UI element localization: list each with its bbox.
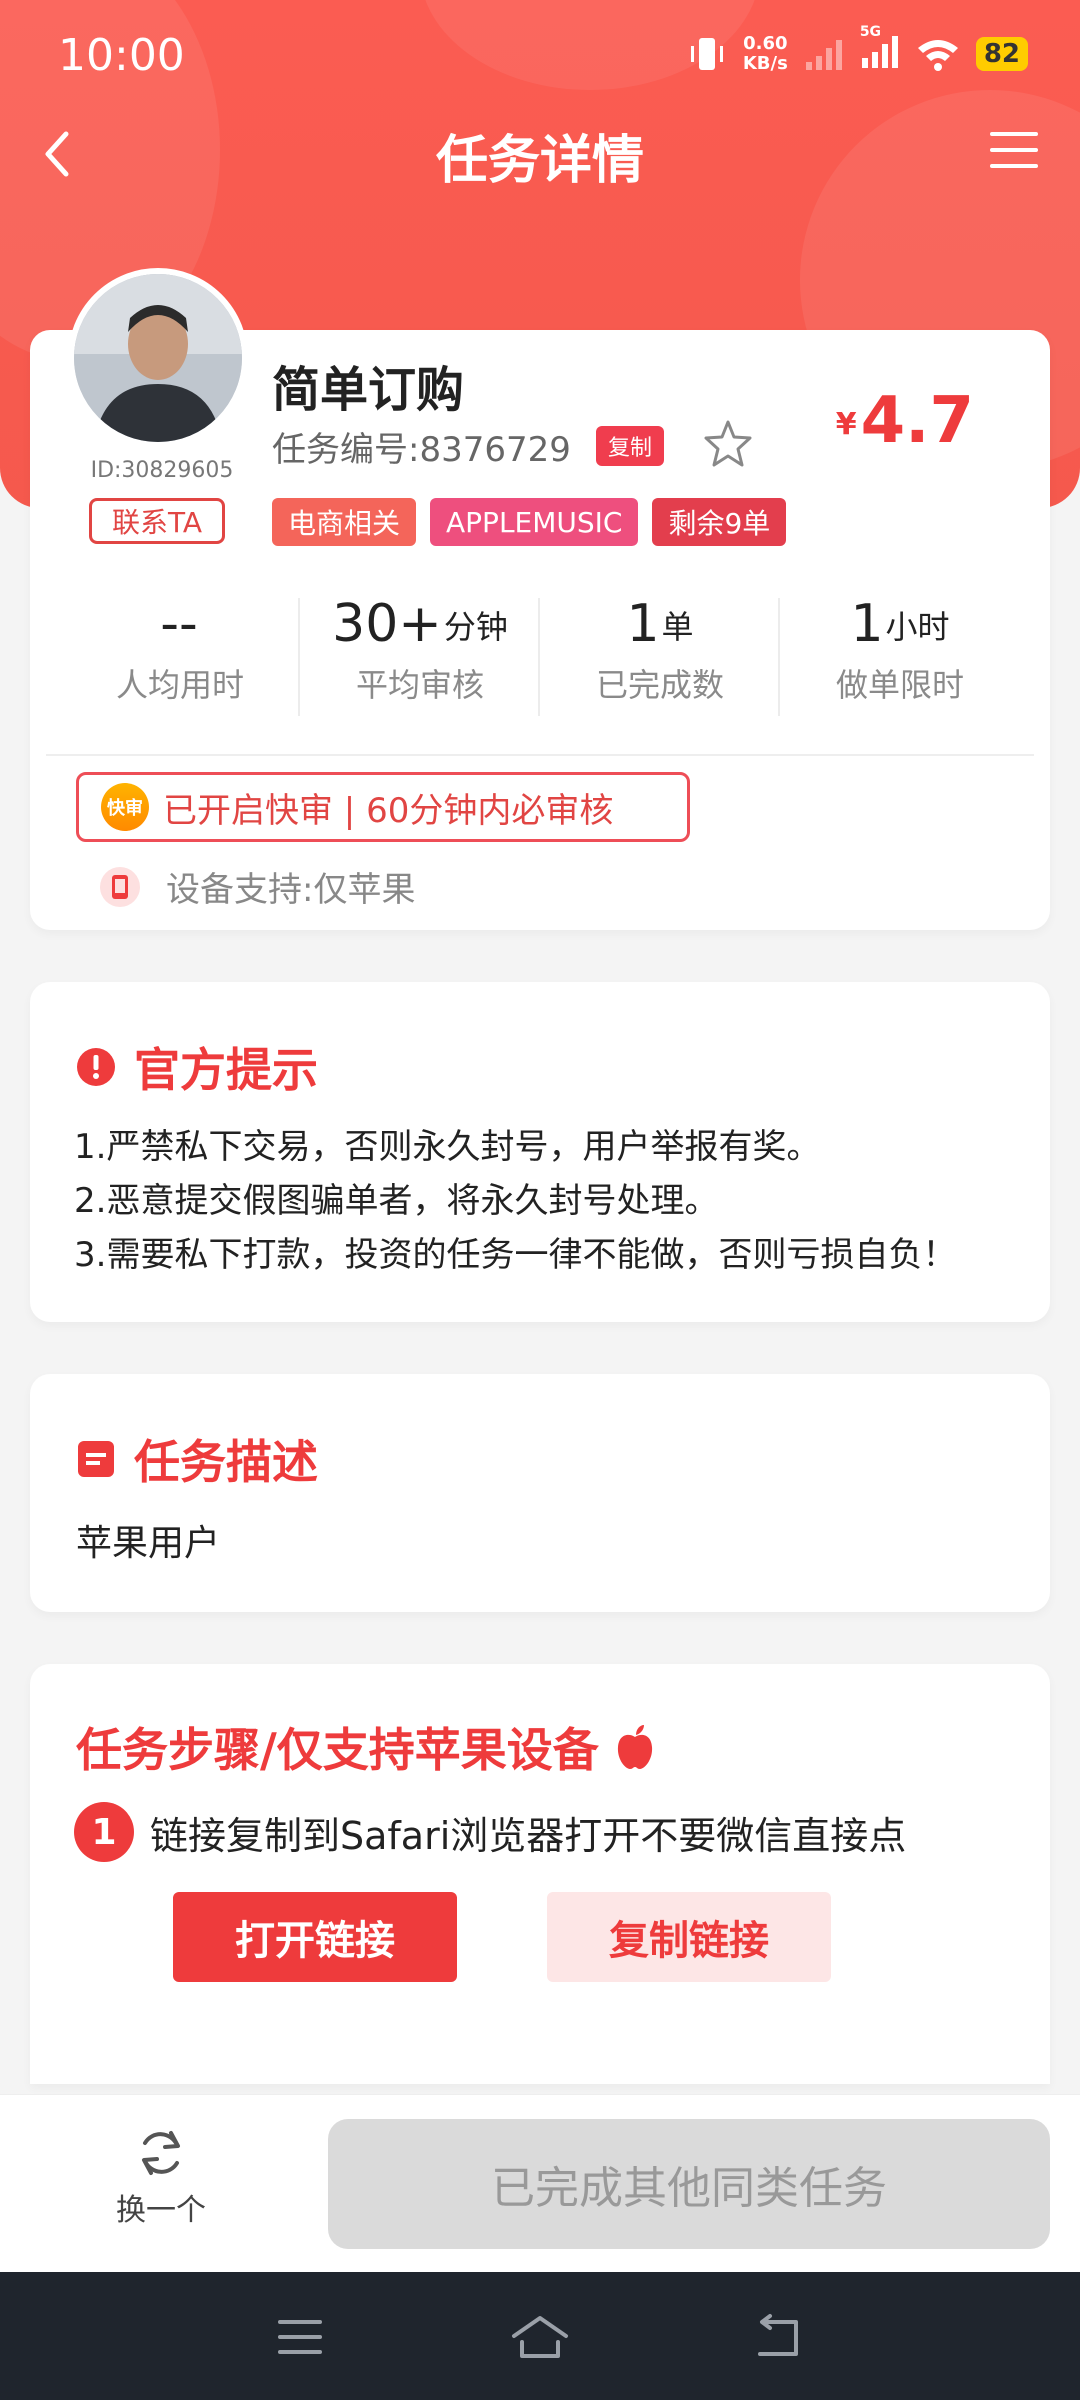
stat-value: 1 小时 bbox=[850, 588, 949, 654]
notice-list: 1.严禁私下交易，否则永久封号，用户举报有奖。 2.恶意提交假图骗单者，将永久封… bbox=[74, 1120, 956, 1282]
copy-number-button[interactable]: 复制 bbox=[596, 426, 665, 466]
battery-level: 82 bbox=[975, 37, 1028, 71]
completed-similar-button[interactable]: 已完成其他同类任务 bbox=[328, 2119, 1050, 2249]
notice-title-text: 官方提示 bbox=[134, 1043, 318, 1097]
menu-icon[interactable] bbox=[988, 128, 1040, 172]
stat-label: 做单限时 bbox=[835, 666, 964, 704]
tag-remaining: 剩余9单 bbox=[652, 498, 787, 546]
page-title: 任务详情 bbox=[435, 131, 644, 191]
switch-task-label: 换一个 bbox=[116, 2193, 206, 2228]
avatar-image bbox=[74, 274, 242, 442]
tag-app: APPLEMUSIC bbox=[430, 498, 639, 546]
stat-completed: 1单 已完成数 bbox=[540, 588, 780, 716]
stat-value: 1单 bbox=[626, 588, 693, 654]
stat-number: 1 bbox=[626, 594, 660, 654]
notice-line: 3.需要私下打款，投资的任务一律不能做，否则亏损自负！ bbox=[74, 1235, 957, 1275]
device-support-text: 设备支持:仅苹果 bbox=[166, 870, 416, 910]
stat-label: 平均审核 bbox=[355, 666, 484, 704]
stat-avg-review: 30+ 分钟 平均审核 bbox=[300, 588, 540, 716]
net-speed-value: 0.60 bbox=[743, 33, 788, 54]
recent-apps-icon[interactable] bbox=[270, 2312, 330, 2362]
home-icon[interactable] bbox=[510, 2312, 570, 2362]
net-speed-unit: KB/s bbox=[742, 53, 788, 74]
tag-list: 电商相关 APPLEMUSIC 剩余9单 bbox=[272, 498, 787, 546]
description-title: 任务描述 bbox=[76, 1426, 318, 1492]
bottom-action-bar: 换一个 已完成其他同类任务 bbox=[0, 2094, 1080, 2272]
contact-button[interactable]: 联系TA bbox=[89, 498, 225, 544]
fast-review-icon: 快审 bbox=[101, 783, 149, 831]
stat-unit: 分钟 bbox=[443, 608, 508, 646]
task-stats: -- 人均用时 30+ 分钟 平均审核 1单 已完成数 1 小时 做单限时 bbox=[60, 588, 1020, 716]
task-title: 简单订购 bbox=[272, 362, 465, 418]
stat-time-limit: 1 小时 做单限时 bbox=[780, 588, 1020, 712]
step-item: 1 链接复制到Safari浏览器打开不要微信直接点 bbox=[74, 1802, 906, 1862]
description-text: 苹果用户 bbox=[76, 1523, 221, 1564]
price-currency: ¥ bbox=[835, 407, 857, 442]
notice-line: 2.恶意提交假图骗单者，将永久封号处理。 bbox=[74, 1181, 719, 1221]
fast-review-text: 已开启快审 | 60分钟内必审核 bbox=[163, 790, 614, 831]
stat-label: 人均用时 bbox=[115, 666, 244, 704]
stat-number: -- bbox=[160, 594, 198, 654]
status-icons: 0.60 KB/s 5G 82 bbox=[687, 24, 1028, 74]
task-number: 任务编号:8376729 bbox=[272, 430, 571, 470]
net-speed: 0.60 KB/s bbox=[743, 34, 788, 74]
device-support: 设备支持:仅苹果 bbox=[100, 862, 415, 911]
notice-title: 官方提示 bbox=[76, 1034, 318, 1100]
apple-icon bbox=[617, 1725, 652, 1769]
task-steps-card: 任务步骤/仅支持苹果设备 1 链接复制到Safari浏览器打开不要微信直接点 打… bbox=[30, 1664, 1050, 2084]
stat-value: 30+ 分钟 bbox=[332, 588, 508, 654]
star-icon[interactable] bbox=[700, 416, 756, 472]
copy-link-button[interactable]: 复制链接 bbox=[547, 1892, 831, 1982]
signal-weak-icon bbox=[805, 40, 842, 70]
refresh-icon bbox=[142, 2131, 180, 2175]
status-time: 10:00 bbox=[58, 30, 185, 81]
nav-bar: 任务详情 bbox=[0, 110, 1080, 191]
notice-line: 1.严禁私下交易，否则永久封号，用户举报有奖。 bbox=[74, 1127, 821, 1167]
network-type: 5G bbox=[859, 24, 882, 40]
status-bar: 10:00 0.60 KB/s 5G 82 bbox=[0, 0, 1080, 110]
steps-title: 任务步骤/仅支持苹果设备 bbox=[76, 1714, 657, 1780]
stat-unit: 单 bbox=[661, 608, 694, 646]
stat-label: 已完成数 bbox=[595, 666, 724, 704]
official-notice-card: 官方提示 1.严禁私下交易，否则永久封号，用户举报有奖。 2.恶意提交假图骗单者… bbox=[30, 982, 1050, 1322]
alert-icon bbox=[77, 1048, 115, 1086]
system-navigation-bar bbox=[0, 2272, 1080, 2400]
signal-5g: 5G bbox=[860, 24, 900, 74]
stat-unit: 小时 bbox=[885, 608, 950, 646]
divider bbox=[46, 754, 1034, 756]
task-price: ¥4.7 bbox=[836, 384, 974, 458]
avatar[interactable] bbox=[68, 268, 248, 448]
step-text: 链接复制到Safari浏览器打开不要微信直接点 bbox=[150, 1813, 907, 1858]
description-title-text: 任务描述 bbox=[134, 1435, 318, 1489]
wifi-icon bbox=[917, 40, 958, 71]
task-info-card: ID:30829605 联系TA 简单订购 任务编号:8376729 复制 ¥4… bbox=[30, 268, 1050, 930]
step-number: 1 bbox=[74, 1802, 134, 1862]
tag-category: 电商相关 bbox=[272, 498, 417, 546]
task-description-card: 任务描述 苹果用户 bbox=[30, 1374, 1050, 1612]
fast-review-banner: 快审 已开启快审 | 60分钟内必审核 bbox=[76, 772, 690, 842]
open-link-button[interactable]: 打开链接 bbox=[173, 1892, 457, 1982]
price-value: 4.7 bbox=[860, 384, 974, 458]
stat-number: 1 bbox=[850, 594, 884, 654]
stat-number: 30+ bbox=[332, 594, 442, 654]
vibrate-icon bbox=[690, 38, 723, 70]
stat-avg-time: -- 人均用时 bbox=[60, 588, 300, 716]
document-icon bbox=[78, 1441, 114, 1477]
back-nav-icon[interactable] bbox=[750, 2312, 810, 2362]
switch-task-button[interactable]: 换一个 bbox=[96, 2125, 226, 2229]
phone-icon bbox=[100, 866, 140, 907]
user-id: ID:30829605 bbox=[90, 458, 234, 483]
steps-title-text: 任务步骤/仅支持苹果设备 bbox=[76, 1723, 599, 1777]
stat-value: -- bbox=[160, 588, 200, 654]
